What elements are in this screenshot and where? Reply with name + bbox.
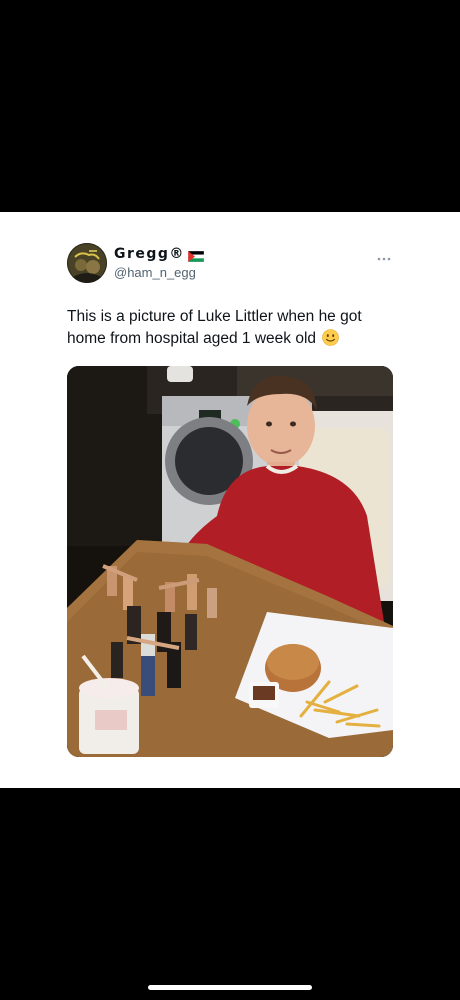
slightly-smiling-face-icon [322,329,340,346]
tweet-text-body: This is a picture of Luke Littler when h… [67,308,362,347]
palestine-flag-icon [187,249,205,262]
tweet-card[interactable]: Gregg® @ham_n_egg This is a picture of L… [0,212,460,788]
tweet-photo[interactable] [67,366,393,757]
more-dots-icon[interactable] [376,249,392,261]
tweet-text: This is a picture of Luke Littler when h… [67,306,397,350]
avatar[interactable] [67,243,107,283]
screenshot: Gregg® @ham_n_egg This is a picture of L… [0,0,460,1000]
display-name-row[interactable]: Gregg® [114,246,205,262]
user-handle[interactable]: @ham_n_egg [114,265,196,280]
display-name[interactable]: Gregg® [114,246,185,262]
home-indicator[interactable] [148,985,312,990]
